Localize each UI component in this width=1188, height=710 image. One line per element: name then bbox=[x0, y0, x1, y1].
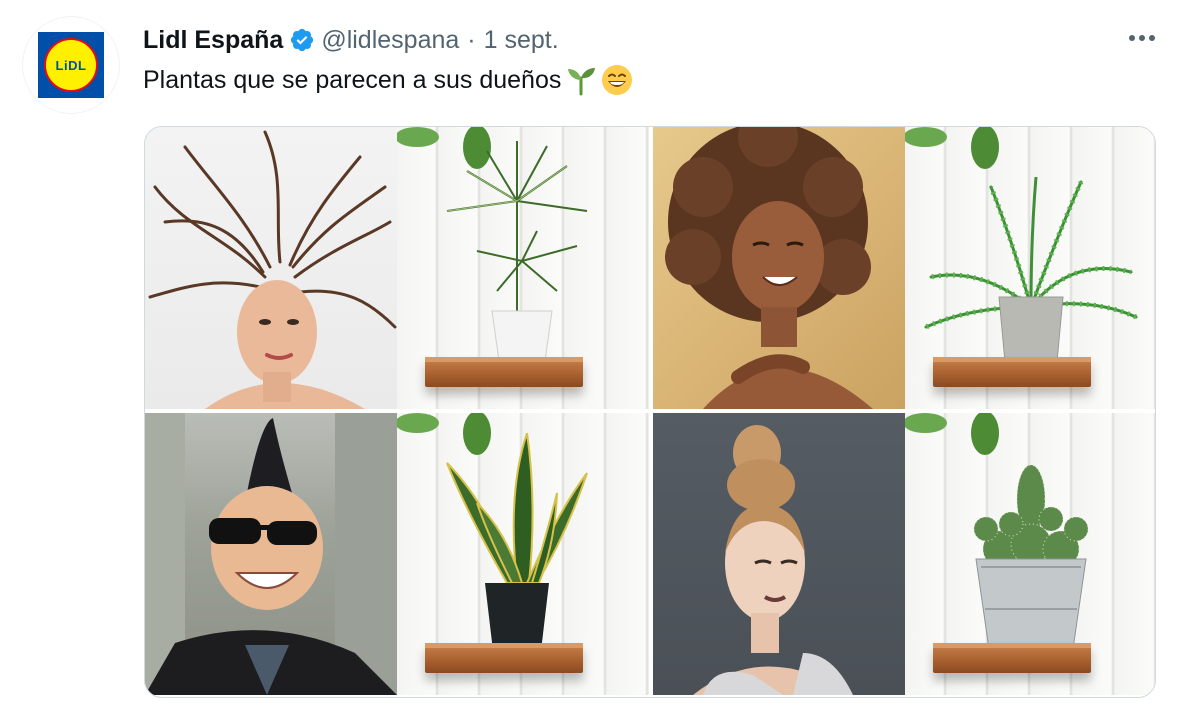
portrait-high-bun bbox=[653, 413, 905, 695]
media-image-2[interactable] bbox=[653, 127, 1155, 409]
lidl-logo: LiDL bbox=[38, 32, 104, 98]
tweet-header: Lidl España @lidlespana · 1 sept. bbox=[143, 22, 559, 58]
more-dot-icon bbox=[1139, 35, 1145, 41]
logo-text: LiDL bbox=[55, 57, 87, 73]
avatar[interactable]: LiDL bbox=[22, 16, 120, 114]
handle[interactable]: @lidlespana bbox=[321, 26, 459, 55]
media-image-3[interactable] bbox=[145, 413, 649, 695]
media-image-1[interactable] bbox=[145, 127, 649, 409]
portrait-curly-hair bbox=[653, 127, 905, 409]
grinning-face-emoji-icon bbox=[601, 64, 633, 96]
plant-panel-dracaena bbox=[397, 127, 649, 409]
tweet-body: Plantas que se parecen a sus dueños bbox=[143, 65, 562, 94]
media-image-4[interactable] bbox=[653, 413, 1155, 695]
tweet-text: Plantas que se parecen a sus dueños bbox=[143, 64, 633, 96]
wooden-shelf bbox=[425, 643, 583, 673]
plant-panel-fern bbox=[905, 127, 1155, 409]
portrait-mohawk bbox=[145, 413, 397, 695]
more-dot-icon bbox=[1149, 35, 1155, 41]
separator-dot: · bbox=[467, 25, 476, 54]
seedling-emoji-icon bbox=[565, 64, 597, 96]
display-name[interactable]: Lidl España bbox=[143, 26, 283, 55]
portrait-wild-hair bbox=[145, 127, 397, 409]
wooden-shelf bbox=[933, 643, 1091, 673]
wooden-shelf bbox=[425, 357, 583, 387]
plant-panel-snake-plant bbox=[397, 413, 649, 695]
timestamp[interactable]: 1 sept. bbox=[484, 26, 559, 55]
more-options-button[interactable] bbox=[1120, 20, 1164, 56]
media-grid bbox=[144, 126, 1156, 698]
verified-badge-icon bbox=[289, 27, 315, 53]
more-dot-icon bbox=[1129, 35, 1135, 41]
wooden-shelf bbox=[933, 357, 1091, 387]
plant-panel-cactus bbox=[905, 413, 1155, 695]
